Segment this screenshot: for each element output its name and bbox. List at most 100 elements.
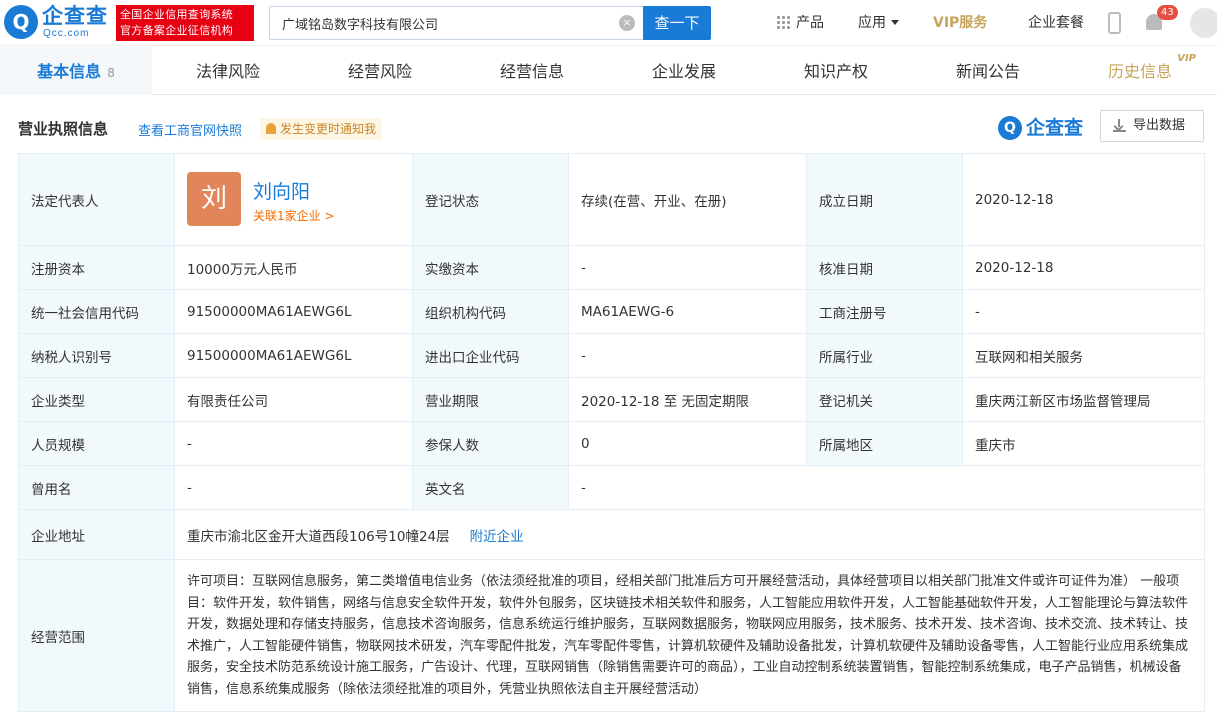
download-icon — [1113, 119, 1126, 132]
value-former-name: - — [174, 465, 413, 510]
table-row: 企业类型 有限责任公司 营业期限 2020-12-18 至 无固定期限 登记机关… — [18, 377, 1205, 422]
value-est-date: 2020-12-18 — [962, 153, 1205, 246]
value-term: 2020-12-18 至 无固定期限 — [568, 377, 807, 422]
gov-snapshot-link[interactable]: 查看工商官网快照 — [138, 120, 242, 139]
logo-subtext: Qcc.com — [43, 28, 90, 39]
brand-text: 企查查 — [1026, 117, 1084, 139]
table-row: 注册资本 10000万元人民币 实缴资本 - 核准日期 2020-12-18 — [18, 245, 1205, 290]
value-scope-cell: 许可项目：互联网信息服务，第二类增值电信业务（依法须经批准的项目，经相关部门批准… — [174, 559, 1205, 712]
label-industry: 所属行业 — [806, 333, 963, 378]
nav-apps[interactable]: 应用 — [858, 0, 899, 46]
value-approval-date: 2020-12-18 — [962, 245, 1205, 290]
tab-legal-risk[interactable]: 法律风险 — [152, 47, 304, 95]
value-credit-code: 91500000MA61AEWG6L — [174, 289, 413, 334]
value-english-name: - — [568, 465, 1205, 510]
legal-rep-avatar[interactable]: 刘 — [187, 171, 241, 226]
table-row: 企业地址 重庆市渝北区金开大道西段106号10幢24层 附近企业 — [18, 509, 1205, 560]
tab-news[interactable]: 新闻公告 — [912, 47, 1064, 95]
badge-line-2: 官方备案企业征信机构 — [120, 24, 233, 37]
label-staff-size: 人员规模 — [18, 421, 175, 466]
user-avatar[interactable] — [1190, 8, 1217, 38]
nav-products[interactable]: 产品 — [776, 0, 824, 46]
label-legal-rep: 法定代表人 — [18, 153, 175, 246]
search-input[interactable] — [270, 7, 614, 39]
value-authority: 重庆两江新区市场监督管理局 — [962, 377, 1205, 422]
nav-products-label: 产品 — [796, 15, 824, 31]
value-reg-capital: 10000万元人民币 — [174, 245, 413, 290]
tab-basic-info[interactable]: 基本信息 8 — [0, 47, 152, 95]
value-org-code: MA61AEWG-6 — [568, 289, 807, 334]
label-scope: 经营范围 — [18, 559, 175, 712]
table-row: 法定代表人 刘 刘向阳 关联1家企业 > 登记状态 存续(在营、开业、在册) 成… — [18, 153, 1205, 246]
tab-business-risk[interactable]: 经营风险 — [304, 47, 456, 95]
tab-history[interactable]: 历史信息 VIP — [1064, 47, 1216, 95]
value-address-cell: 重庆市渝北区金开大道西段106号10幢24层 附近企业 — [174, 509, 1205, 560]
section-header: 营业执照信息 查看工商官网快照 发生变更时通知我 Q 企查查 导出数据 — [18, 108, 1204, 148]
value-insured: 0 — [568, 421, 807, 466]
search-button[interactable]: 查一下 — [643, 6, 711, 40]
label-insured: 参保人数 — [412, 421, 569, 466]
table-row: 统一社会信用代码 91500000MA61AEWG6L 组织机构代码 MA61A… — [18, 289, 1205, 334]
value-industry: 互联网和相关服务 — [962, 333, 1205, 378]
value-biz-reg-no: - — [962, 289, 1205, 334]
value-scope: 许可项目：互联网信息服务，第二类增值电信业务（依法须经批准的项目，经相关部门批准… — [187, 574, 1189, 697]
caret-down-icon — [891, 20, 899, 25]
official-badge[interactable]: 全国企业信用查询系统 官方备案企业征信机构 — [116, 5, 254, 41]
label-org-code: 组织机构代码 — [412, 289, 569, 334]
notification-count[interactable]: 43 — [1157, 5, 1178, 20]
label-former-name: 曾用名 — [18, 465, 175, 510]
grid-icon — [776, 15, 790, 29]
section-title: 营业执照信息 — [18, 120, 109, 138]
badge-line-1: 全国企业信用查询系统 — [120, 8, 233, 21]
label-term: 营业期限 — [412, 377, 569, 422]
table-row: 曾用名 - 英文名 - — [18, 465, 1205, 510]
vip-badge: VIP — [1177, 53, 1196, 64]
value-taxpayer-id: 91500000MA61AEWG6L — [174, 333, 413, 378]
label-company-type: 企业类型 — [18, 377, 175, 422]
phone-icon[interactable] — [1108, 12, 1121, 34]
bell-icon — [266, 123, 276, 134]
table-row: 经营范围 许可项目：互联网信息服务，第二类增值电信业务（依法须经批准的项目，经相… — [18, 559, 1205, 712]
label-authority: 登记机关 — [806, 377, 963, 422]
tab-business-info[interactable]: 经营信息 — [456, 47, 608, 95]
top-bar: Q 企查查 Qcc.com 全国企业信用查询系统 官方备案企业征信机构 × 查一… — [0, 0, 1217, 46]
label-est-date: 成立日期 — [806, 153, 963, 246]
label-address: 企业地址 — [18, 509, 175, 560]
table-row: 人员规模 - 参保人数 0 所属地区 重庆市 — [18, 421, 1205, 466]
tab-development[interactable]: 企业发展 — [608, 47, 760, 95]
label-paid-capital: 实缴资本 — [412, 245, 569, 290]
value-address: 重庆市渝北区金开大道西段106号10幢24层 — [187, 528, 450, 545]
value-paid-capital: - — [568, 245, 807, 290]
value-staff-size: - — [174, 421, 413, 466]
label-import-export: 进出口企业代码 — [412, 333, 569, 378]
value-import-export: - — [568, 333, 807, 378]
legal-rep-name[interactable]: 刘向阳 — [253, 177, 310, 204]
business-license-table: 法定代表人 刘 刘向阳 关联1家企业 > 登记状态 存续(在营、开业、在册) 成… — [18, 153, 1205, 712]
label-reg-capital: 注册资本 — [18, 245, 175, 290]
label-credit-code: 统一社会信用代码 — [18, 289, 175, 334]
label-region: 所属地区 — [806, 421, 963, 466]
logo-icon: Q — [998, 116, 1022, 140]
notify-label: 发生变更时通知我 — [280, 122, 377, 136]
nav-vip[interactable]: VIP服务 — [933, 0, 987, 46]
export-data-button[interactable]: 导出数据 — [1100, 110, 1204, 142]
logo-text: 企查查 — [42, 4, 108, 28]
label-english-name: 英文名 — [412, 465, 569, 510]
value-region: 重庆市 — [962, 421, 1205, 466]
label-reg-status: 登记状态 — [412, 153, 569, 246]
nav-package[interactable]: 企业套餐 — [1028, 0, 1084, 46]
change-notify-button[interactable]: 发生变更时通知我 — [260, 118, 383, 140]
tab-label: 历史信息 — [1107, 62, 1172, 81]
tab-label: 基本信息 — [37, 62, 102, 81]
tab-ip[interactable]: 知识产权 — [760, 47, 912, 95]
value-reg-status: 存续(在营、开业、在册) — [568, 153, 807, 246]
related-companies-link[interactable]: 关联1家企业 > — [253, 207, 335, 224]
label-biz-reg-no: 工商注册号 — [806, 289, 963, 334]
table-row: 纳税人识别号 91500000MA61AEWG6L 进出口企业代码 - 所属行业… — [18, 333, 1205, 378]
label-taxpayer-id: 纳税人识别号 — [18, 333, 175, 378]
clear-icon[interactable]: × — [619, 15, 635, 31]
export-label: 导出数据 — [1133, 118, 1186, 133]
site-logo[interactable]: Q 企查查 Qcc.com — [4, 4, 110, 42]
tab-bar: 基本信息 8 法律风险 经营风险 经营信息 企业发展 知识产权 新闻公告 历史信息… — [0, 47, 1217, 95]
nearby-companies-link[interactable]: 附近企业 — [470, 529, 524, 545]
